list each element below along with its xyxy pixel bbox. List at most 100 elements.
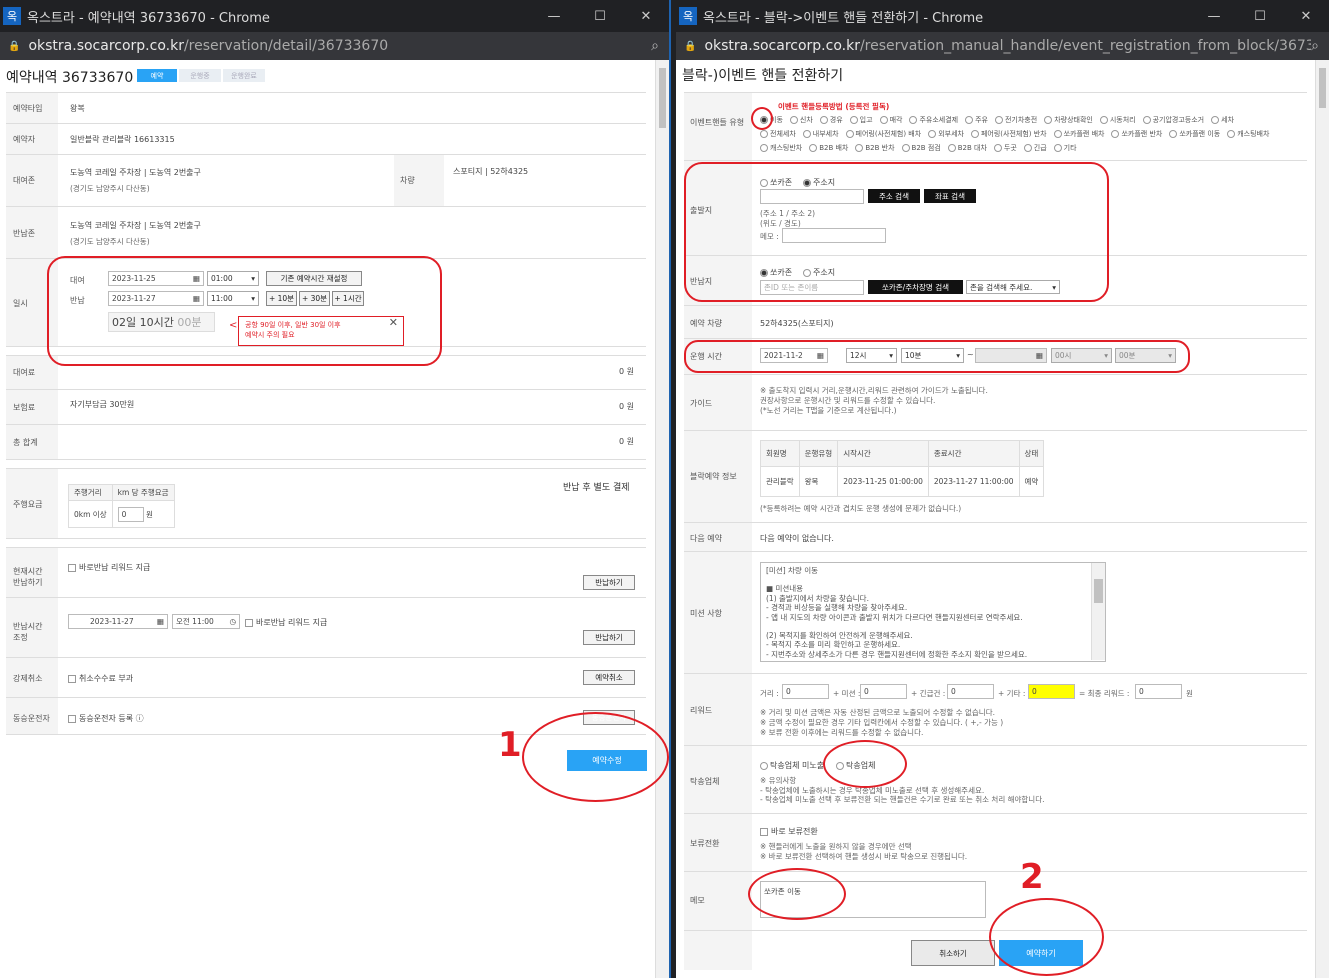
value-pickup-zone[interactable]: 도농역 코레일 주차장 | 도농역 2번출구 [70, 167, 201, 178]
event-type-radio[interactable]: 페어링(사전체험) 반차 [970, 127, 1047, 141]
lock-icon: 🔒 [8, 40, 21, 52]
page-title: 블락-)이벤트 핸들 전환하기 [682, 68, 844, 84]
reward-etc-input[interactable]: 0 [1028, 684, 1075, 699]
right-scrollbar[interactable] [1315, 60, 1329, 978]
label-next-reservation: 다음 예약 [690, 534, 722, 543]
close-icon[interactable]: ✕ [1283, 9, 1329, 24]
reward-mission-label: + 미션 : [833, 689, 861, 698]
table-cell: 2023-11-27 11:00:00 [927, 466, 1020, 497]
event-type-radio[interactable]: 긴급 [1023, 141, 1047, 155]
reward-mission-input[interactable]: 0 [860, 684, 907, 699]
event-type-radio[interactable]: B2B 배차 [809, 141, 848, 155]
url-path: /reservation_manual_handle/event_registr… [859, 38, 1312, 54]
label-guide: 가이드 [690, 399, 713, 408]
value-return-zone-address: (경기도 남양주시 다산동) [70, 237, 150, 246]
event-type-radio[interactable]: 두곳 [993, 141, 1017, 155]
cancel-reservation-button[interactable]: 예약취소 [583, 670, 635, 685]
annotation-submit-circle [989, 898, 1104, 976]
cancel-fee-checkbox[interactable]: 취소수수료 부과 [68, 673, 133, 684]
current-return-checkbox[interactable]: 바로반납 리워드 지급 [68, 562, 150, 573]
url-host: okstra.socarcorp.co.kr [704, 38, 860, 54]
value-return-zone[interactable]: 도농역 코레일 주차장 | 도농역 2번출구 [70, 220, 201, 231]
event-type-radio[interactable]: B2B 점검 [901, 141, 941, 155]
event-type-radio[interactable]: 주유 [965, 113, 988, 127]
label-datetime: 일시 [13, 299, 28, 308]
adjust-return-button[interactable]: 반납하기 [583, 630, 635, 645]
hold-notes: ※ 핸들러에게 노출을 원하지 않을 경우에만 선택 ※ 바로 보류전환 선택하… [760, 842, 968, 861]
event-type-radio[interactable]: 차량상태확인 [1044, 113, 1093, 127]
co-driver-checkbox[interactable]: 동승운전자 등록 ⓘ [68, 713, 144, 724]
annotation-memo-circle [748, 868, 846, 920]
clock-icon[interactable]: ◷ [229, 617, 236, 626]
maximize-icon[interactable]: ☐ [577, 9, 623, 24]
reward-notes: ※ 거리 및 미션 금액은 자동 산정된 금액으로 노출되어 수정할 수 없습니… [760, 708, 1004, 737]
table-header-cell: 회원명 [760, 440, 800, 467]
event-type-radio[interactable]: 입고 [849, 113, 873, 127]
table-header-cell: 시작시간 [837, 440, 929, 467]
event-type-radio[interactable]: 외부세차 [928, 127, 964, 141]
event-type-radio[interactable]: 전기차충전 [994, 113, 1037, 127]
return-now-button[interactable]: 반납하기 [583, 575, 635, 590]
annotation-time-box [47, 256, 442, 366]
label-carrier: 탁송업체 [690, 777, 720, 786]
annotation-location-box [684, 162, 1109, 302]
help-icon[interactable]: ⓘ [136, 714, 144, 723]
annotation-number-2: 2 [1020, 857, 1044, 897]
event-type-radio[interactable]: B2B 반차 [855, 141, 895, 155]
minimize-icon[interactable]: — [531, 9, 577, 24]
mission-textarea[interactable]: [미션] 차량 이동 ■ 미션내용 (1) 출발지에서 차량을 찾습니다. - 경적과… [760, 562, 1106, 662]
app-icon: 옥 [679, 7, 697, 25]
zoom-icon[interactable]: ⌕ [1311, 38, 1319, 54]
app-icon: 옥 [3, 7, 21, 25]
cancel-button[interactable]: 취소하기 [911, 940, 995, 966]
event-type-radio[interactable]: 공기압경고등소거 [1142, 113, 1204, 127]
event-type-radio[interactable]: 신차 [789, 113, 813, 127]
event-type-radio[interactable]: 페어링(사전체험) 배차 [845, 127, 921, 141]
annotation-move-radio-circle [751, 107, 773, 130]
maximize-icon[interactable]: ☐ [1237, 9, 1283, 24]
annotation-time-box [684, 340, 1190, 373]
reward-distance-input[interactable]: 0 [782, 684, 829, 699]
event-type-radio[interactable]: 쏘카플랜 배차 [1053, 127, 1104, 141]
event-type-radio[interactable]: 주유소세결제 [909, 113, 958, 127]
zoom-icon[interactable]: ⌕ [651, 38, 659, 54]
mission-line: [미션] 차량 이동 [766, 566, 819, 575]
reward-final-label: = 최종 리워드 : [1079, 689, 1130, 698]
hold-checkbox[interactable]: 바로 보류전환 [760, 826, 818, 837]
left-address-bar[interactable]: 🔒 okstra.socarcorp.co.kr/reservation/det… [0, 32, 669, 60]
km-fee-input[interactable]: 0 [117, 506, 144, 522]
event-type-radio[interactable]: 내부세차 [802, 127, 839, 141]
mission-scrollbar[interactable] [1091, 563, 1105, 660]
adjust-reward-checkbox[interactable]: 바로반납 리워드 지급 [245, 617, 327, 628]
mission-line [766, 575, 1100, 584]
carrier-radio-hidden[interactable]: 탁송업체 미노출 [760, 760, 824, 771]
left-scrollbar[interactable] [655, 60, 669, 978]
event-type-radio[interactable]: 캐스팅반차 [760, 141, 802, 155]
event-type-radio[interactable]: 세차 [1211, 113, 1234, 127]
event-guide-link[interactable]: 이벤트 핸들등록방법 (등록전 필독) [778, 101, 889, 112]
step-driving: 운행중 [179, 69, 221, 82]
table-cell: 왕복 [798, 466, 839, 497]
reward-final-input[interactable]: 0 [1135, 684, 1182, 699]
event-type-radio[interactable]: 경유 [819, 113, 843, 127]
adjust-time-input[interactable]: 오전 11:00 ◷ [172, 614, 240, 629]
right-address-bar[interactable]: 🔒 okstra.socarcorp.co.kr/reservation_man… [676, 32, 1329, 60]
step-done: 운행완료 [223, 69, 265, 82]
event-type-radio[interactable]: 쏘카플랜 이동 [1169, 127, 1220, 141]
event-type-radio[interactable]: 기타 [1053, 141, 1077, 155]
close-icon[interactable]: ✕ [623, 9, 669, 24]
value-reserver[interactable]: 일반블락 관리블락 16613315 [70, 134, 175, 145]
adjust-date-input[interactable]: 2023-11-27 ▦ [68, 614, 168, 629]
event-type-radio[interactable]: 캐스팅배차 [1227, 127, 1269, 141]
minimize-icon[interactable]: — [1191, 9, 1237, 24]
value-car[interactable]: 스포티지 | 52하4325 [453, 166, 528, 177]
event-type-radio[interactable]: B2B 대차 [947, 141, 987, 155]
block-info-table: 회원명 운행유형 시작시간 종료시간 상태 관리블락 왕복 2023-11-25 01:00… [760, 440, 1045, 497]
event-type-radio[interactable]: 시동처리 [1099, 113, 1136, 127]
event-type-radio[interactable]: 쏘카플랜 반차 [1111, 127, 1162, 141]
calendar-icon[interactable]: ▦ [157, 617, 164, 626]
event-type-radio[interactable]: 매각 [879, 113, 902, 127]
table-header-row: 회원명 운행유형 시작시간 종료시간 상태 [760, 440, 1045, 467]
reward-urgent-label: + 긴급건 : [911, 689, 946, 698]
reward-urgent-input[interactable]: 0 [947, 684, 994, 699]
